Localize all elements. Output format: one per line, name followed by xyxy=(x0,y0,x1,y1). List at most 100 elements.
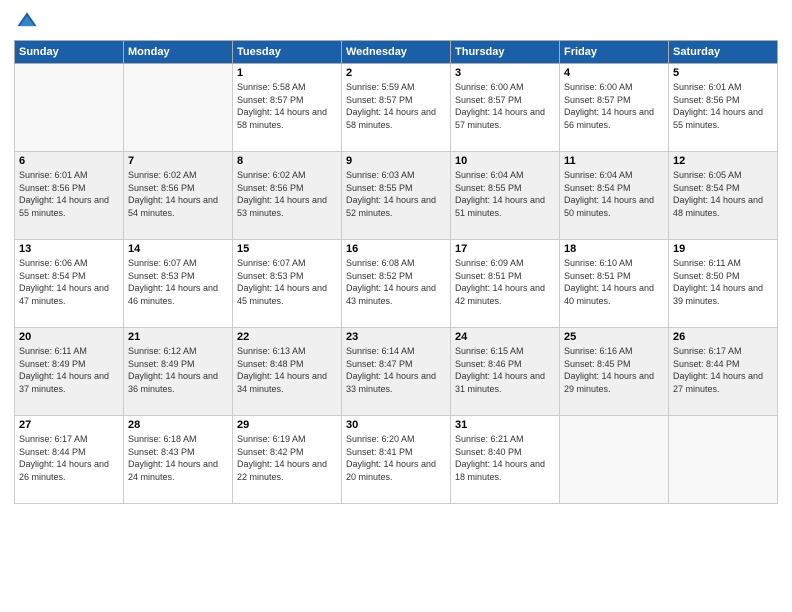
day-number: 24 xyxy=(455,331,555,343)
calendar-cell: 13Sunrise: 6:06 AMSunset: 8:54 PMDayligh… xyxy=(15,240,124,328)
day-number: 21 xyxy=(128,331,228,343)
day-number: 27 xyxy=(19,419,119,431)
day-info: Sunrise: 6:01 AMSunset: 8:56 PMDaylight:… xyxy=(19,169,119,219)
weekday-header: Friday xyxy=(560,41,669,64)
day-number: 25 xyxy=(564,331,664,343)
day-number: 9 xyxy=(346,155,446,167)
calendar-cell: 19 Sunrise: 6:11 AMSunset: 8:50 PMDayligh… xyxy=(669,240,778,328)
calendar-cell xyxy=(669,416,778,504)
weekday-header: Monday xyxy=(124,41,233,64)
day-number: 18 xyxy=(564,243,664,255)
calendar: SundayMondayTuesdayWednesdayThursdayFrid… xyxy=(14,40,778,504)
calendar-cell: 25 Sunrise: 6:16 AMSunset: 8:45 PMDayligh… xyxy=(560,328,669,416)
calendar-cell: 4 Sunrise: 6:00 AMSunset: 8:57 PMDaylight… xyxy=(560,64,669,152)
calendar-cell: 31 Sunrise: 6:21 AMSunset: 8:40 PMDayligh… xyxy=(451,416,560,504)
day-info: Sunrise: 6:07 AMSunset: 8:53 PMDaylight:… xyxy=(128,257,228,307)
day-info: Sunrise: 6:09 AMSunset: 8:51 PMDaylight:… xyxy=(455,257,555,307)
calendar-cell xyxy=(15,64,124,152)
calendar-cell: 29 Sunrise: 6:19 AMSunset: 8:42 PMDayligh… xyxy=(233,416,342,504)
day-info: Sunrise: 5:58 AMSunset: 8:57 PMDaylight:… xyxy=(237,81,337,131)
day-number: 10 xyxy=(455,155,555,167)
calendar-cell: 22 Sunrise: 6:13 AMSunset: 8:48 PMDayligh… xyxy=(233,328,342,416)
day-info: Sunrise: 6:07 AMSunset: 8:53 PMDaylight:… xyxy=(237,257,337,307)
page: SundayMondayTuesdayWednesdayThursdayFrid… xyxy=(0,0,792,612)
day-info: Sunrise: 6:00 AMSunset: 8:57 PMDaylight:… xyxy=(564,81,664,131)
calendar-cell xyxy=(124,64,233,152)
day-info: Sunrise: 6:19 AMSunset: 8:42 PMDaylight:… xyxy=(237,433,337,483)
calendar-cell: 10 Sunrise: 6:04 AMSunset: 8:55 PMDayligh… xyxy=(451,152,560,240)
day-info: Sunrise: 6:11 AMSunset: 8:50 PMDaylight:… xyxy=(673,257,773,307)
calendar-cell: 3Sunrise: 6:00 AMSunset: 8:57 PMDaylight… xyxy=(451,64,560,152)
day-number: 26 xyxy=(673,331,773,343)
calendar-cell: 26 Sunrise: 6:17 AMSunset: 8:44 PMDayligh… xyxy=(669,328,778,416)
calendar-cell: 23 Sunrise: 6:14 AMSunset: 8:47 PMDayligh… xyxy=(342,328,451,416)
day-info: Sunrise: 6:04 AMSunset: 8:54 PMDaylight:… xyxy=(564,169,664,219)
day-number: 29 xyxy=(237,419,337,431)
day-info: Sunrise: 6:18 AMSunset: 8:43 PMDaylight:… xyxy=(128,433,228,483)
calendar-cell: 7 Sunrise: 6:02 AMSunset: 8:56 PMDaylight… xyxy=(124,152,233,240)
day-number: 13 xyxy=(19,243,119,255)
day-number: 2 xyxy=(346,67,446,79)
day-number: 31 xyxy=(455,419,555,431)
calendar-cell xyxy=(560,416,669,504)
day-number: 11 xyxy=(564,155,664,167)
day-info: Sunrise: 6:21 AMSunset: 8:40 PMDaylight:… xyxy=(455,433,555,483)
day-info: Sunrise: 6:15 AMSunset: 8:46 PMDaylight:… xyxy=(455,345,555,395)
day-info: Sunrise: 6:05 AMSunset: 8:54 PMDaylight:… xyxy=(673,169,773,219)
calendar-cell: 30 Sunrise: 6:20 AMSunset: 8:41 PMDayligh… xyxy=(342,416,451,504)
day-info: Sunrise: 6:12 AMSunset: 8:49 PMDaylight:… xyxy=(128,345,228,395)
logo-icon xyxy=(16,10,38,32)
calendar-cell: 15 Sunrise: 6:07 AMSunset: 8:53 PMDayligh… xyxy=(233,240,342,328)
calendar-cell: 12 Sunrise: 6:05 AMSunset: 8:54 PMDayligh… xyxy=(669,152,778,240)
calendar-cell: 21 Sunrise: 6:12 AMSunset: 8:49 PMDayligh… xyxy=(124,328,233,416)
day-number: 4 xyxy=(564,67,664,79)
day-number: 3 xyxy=(455,67,555,79)
day-info: Sunrise: 6:14 AMSunset: 8:47 PMDaylight:… xyxy=(346,345,446,395)
day-number: 16 xyxy=(346,243,446,255)
day-info: Sunrise: 6:17 AMSunset: 8:44 PMDaylight:… xyxy=(673,345,773,395)
day-info: Sunrise: 5:59 AMSunset: 8:57 PMDaylight:… xyxy=(346,81,446,131)
calendar-cell: 27 Sunrise: 6:17 AMSunset: 8:44 PMDayligh… xyxy=(15,416,124,504)
day-info: Sunrise: 6:01 AMSunset: 8:56 PMDaylight:… xyxy=(673,81,773,131)
day-number: 6 xyxy=(19,155,119,167)
day-info: Sunrise: 6:02 AMSunset: 8:56 PMDaylight:… xyxy=(237,169,337,219)
day-number: 5 xyxy=(673,67,773,79)
day-info: Sunrise: 6:13 AMSunset: 8:48 PMDaylight:… xyxy=(237,345,337,395)
day-number: 19 xyxy=(673,243,773,255)
logo xyxy=(14,10,38,32)
day-number: 14 xyxy=(128,243,228,255)
day-number: 7 xyxy=(128,155,228,167)
day-number: 30 xyxy=(346,419,446,431)
calendar-cell: 16Sunrise: 6:08 AMSunset: 8:52 PMDayligh… xyxy=(342,240,451,328)
day-info: Sunrise: 6:11 AMSunset: 8:49 PMDaylight:… xyxy=(19,345,119,395)
day-info: Sunrise: 6:20 AMSunset: 8:41 PMDaylight:… xyxy=(346,433,446,483)
calendar-cell: 2 Sunrise: 5:59 AMSunset: 8:57 PMDaylight… xyxy=(342,64,451,152)
day-info: Sunrise: 6:04 AMSunset: 8:55 PMDaylight:… xyxy=(455,169,555,219)
header xyxy=(14,10,778,32)
calendar-cell: 28Sunrise: 6:18 AMSunset: 8:43 PMDayligh… xyxy=(124,416,233,504)
weekday-header: Sunday xyxy=(15,41,124,64)
calendar-cell: 24 Sunrise: 6:15 AMSunset: 8:46 PMDayligh… xyxy=(451,328,560,416)
calendar-cell: 1 Sunrise: 5:58 AMSunset: 8:57 PMDaylight… xyxy=(233,64,342,152)
day-info: Sunrise: 6:16 AMSunset: 8:45 PMDaylight:… xyxy=(564,345,664,395)
weekday-header: Thursday xyxy=(451,41,560,64)
day-number: 23 xyxy=(346,331,446,343)
day-number: 15 xyxy=(237,243,337,255)
weekday-header: Tuesday xyxy=(233,41,342,64)
day-number: 22 xyxy=(237,331,337,343)
day-number: 12 xyxy=(673,155,773,167)
day-info: Sunrise: 6:03 AMSunset: 8:55 PMDaylight:… xyxy=(346,169,446,219)
calendar-cell: 18Sunrise: 6:10 AMSunset: 8:51 PMDayligh… xyxy=(560,240,669,328)
day-number: 20 xyxy=(19,331,119,343)
calendar-cell: 6 Sunrise: 6:01 AMSunset: 8:56 PMDaylight… xyxy=(15,152,124,240)
calendar-cell: 11 Sunrise: 6:04 AMSunset: 8:54 PMDayligh… xyxy=(560,152,669,240)
calendar-cell: 8Sunrise: 6:02 AMSunset: 8:56 PMDaylight… xyxy=(233,152,342,240)
day-info: Sunrise: 6:17 AMSunset: 8:44 PMDaylight:… xyxy=(19,433,119,483)
calendar-cell: 5 Sunrise: 6:01 AMSunset: 8:56 PMDaylight… xyxy=(669,64,778,152)
calendar-cell: 20 Sunrise: 6:11 AMSunset: 8:49 PMDayligh… xyxy=(15,328,124,416)
day-number: 17 xyxy=(455,243,555,255)
weekday-header: Wednesday xyxy=(342,41,451,64)
calendar-cell: 9 Sunrise: 6:03 AMSunset: 8:55 PMDaylight… xyxy=(342,152,451,240)
day-number: 1 xyxy=(237,67,337,79)
day-info: Sunrise: 6:02 AMSunset: 8:56 PMDaylight:… xyxy=(128,169,228,219)
